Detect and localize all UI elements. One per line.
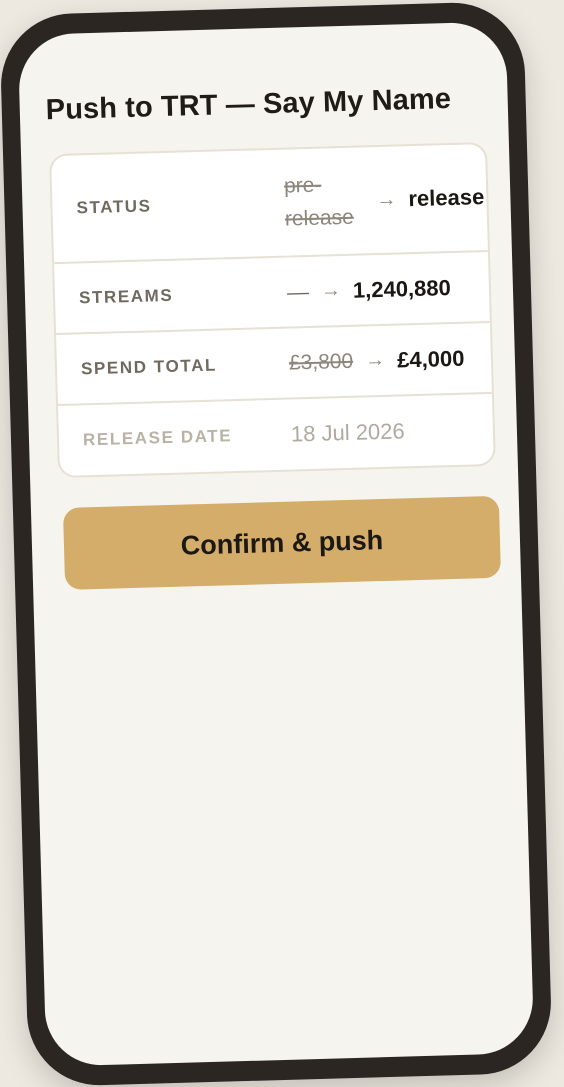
app-screen: Push to TRT — Say My Name STATUS pre-rel… <box>17 21 535 1067</box>
table-row-streams: STREAMS — → 1,240,880 <box>54 251 490 336</box>
phone-frame: Push to TRT — Say My Name STATUS pre-rel… <box>0 0 553 1087</box>
table-row-status: STATUS pre-release → release <box>51 144 488 265</box>
spend-total-value: £3,800 → £4,000 <box>289 345 465 376</box>
arrow-right-icon: → <box>376 188 397 211</box>
streams-value: — → 1,240,880 <box>287 275 452 306</box>
status-new-value: release <box>408 184 485 212</box>
confirm-push-button[interactable]: Confirm & push <box>62 495 502 590</box>
status-old-value: pre-release <box>283 173 355 231</box>
table-row-spend-total: SPEND TOTAL £3,800 → £4,000 <box>56 322 492 407</box>
status-label: STATUS <box>76 196 152 218</box>
release-date-text: 18 Jul 2026 <box>290 418 406 447</box>
streams-new-value: 1,240,880 <box>352 274 452 303</box>
streams-old-value: — <box>286 278 310 305</box>
release-date-label: RELEASE DATE <box>82 426 233 450</box>
arrow-right-icon: → <box>320 279 342 302</box>
spend-total-label: SPEND TOTAL <box>80 355 218 378</box>
page-title: Push to TRT — Say My Name <box>45 82 452 127</box>
status-value: pre-release → release <box>284 164 486 236</box>
streams-label: STREAMS <box>78 285 174 307</box>
spend-total-new-value: £4,000 <box>396 345 465 373</box>
table-row-release-date: RELEASE DATE 18 Jul 2026 <box>58 394 494 476</box>
spend-total-old-value: £3,800 <box>288 349 354 375</box>
arrow-right-icon: → <box>364 348 386 372</box>
release-date-value: 18 Jul 2026 <box>291 418 405 447</box>
change-summary-table: STATUS pre-release → release STREAMS — →… <box>49 141 496 479</box>
